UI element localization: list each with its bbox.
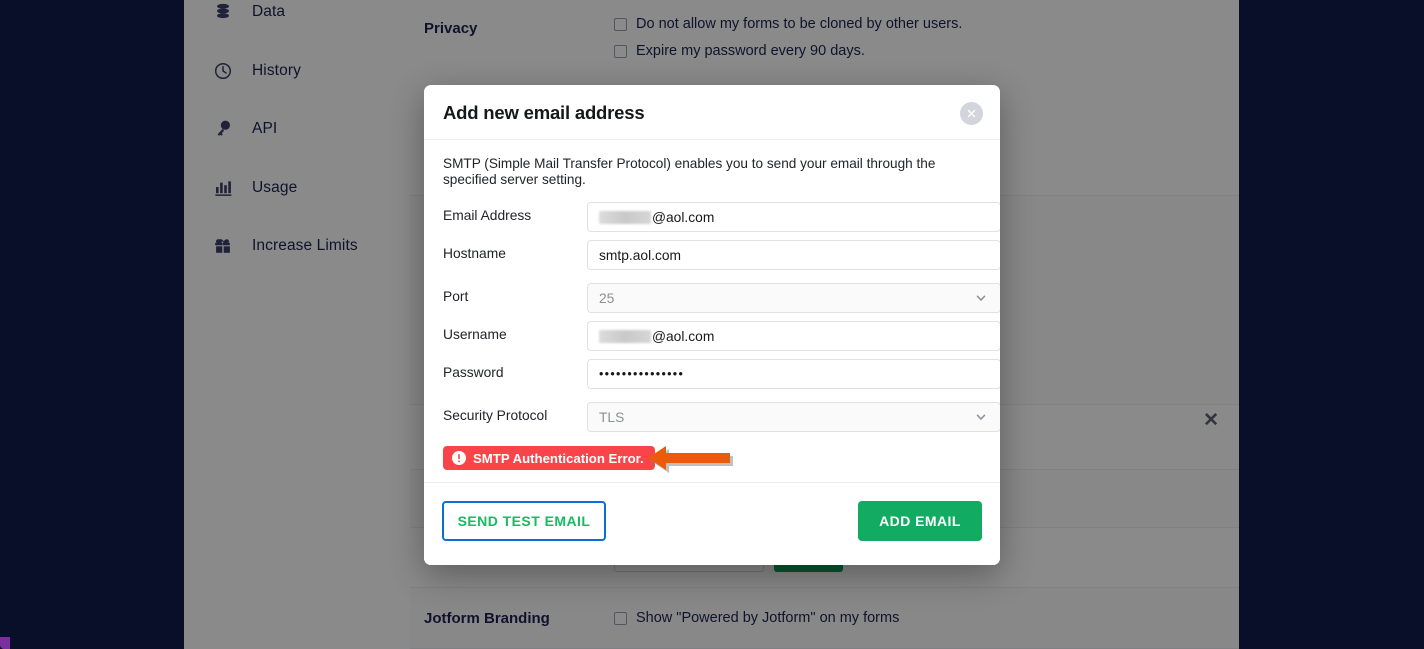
field-hostname: Hostname smtp.aol.com <box>443 240 1000 270</box>
field-value: TLS <box>599 409 625 425</box>
password-input[interactable]: ••••••••••••••• <box>587 359 1000 389</box>
field-value: @aol.com <box>652 328 715 344</box>
email-address-input[interactable]: @aol.com <box>587 202 1000 232</box>
screen: Data History API Usage Increase Limits P… <box>0 0 1424 649</box>
hostname-input[interactable]: smtp.aol.com <box>587 240 1000 270</box>
chevron-down-icon <box>975 411 987 423</box>
chevron-down-icon <box>975 292 987 304</box>
field-security-protocol: Security Protocol TLS <box>443 402 1000 432</box>
field-label: Username <box>443 327 507 342</box>
field-label: Hostname <box>443 246 506 261</box>
field-email-address: Email Address @aol.com <box>443 202 1000 232</box>
add-email-modal: Add new email address SMTP (Simple Mail … <box>424 85 1000 565</box>
redacted-value <box>599 210 651 224</box>
error-exclamation-icon <box>452 451 466 465</box>
modal-header: Add new email address <box>424 85 1000 140</box>
field-password: Password ••••••••••••••• <box>443 359 1000 389</box>
username-input[interactable]: @aol.com <box>587 321 1000 351</box>
field-username: Username @aol.com <box>443 321 1000 351</box>
left-arrow-annotation <box>641 440 733 478</box>
field-value: ••••••••••••••• <box>599 367 685 381</box>
port-select[interactable]: 25 <box>587 283 1000 313</box>
modal-title: Add new email address <box>443 102 645 123</box>
field-label: Email Address <box>443 208 532 223</box>
status-badge-label: SMTP Authentication Error. <box>473 450 644 466</box>
purple-corner-accent <box>0 637 10 649</box>
field-port: Port 25 <box>443 283 1000 313</box>
field-label: Password <box>443 365 504 380</box>
add-email-button[interactable]: ADD EMAIL <box>858 501 982 541</box>
send-test-email-button[interactable]: SEND TEST EMAIL <box>442 501 606 541</box>
security-protocol-select[interactable]: TLS <box>587 402 1000 432</box>
close-icon[interactable] <box>960 102 983 125</box>
field-value: 25 <box>599 290 615 306</box>
modal-description: SMTP (Simple Mail Transfer Protocol) ena… <box>443 156 936 188</box>
field-label: Security Protocol <box>443 408 548 423</box>
field-value: @aol.com <box>652 209 715 225</box>
status-badge: SMTP Authentication Error. <box>443 446 655 470</box>
modal-footer: SEND TEST EMAIL ADD EMAIL <box>424 482 1000 565</box>
redacted-value <box>599 329 651 343</box>
field-label: Port <box>443 289 469 304</box>
